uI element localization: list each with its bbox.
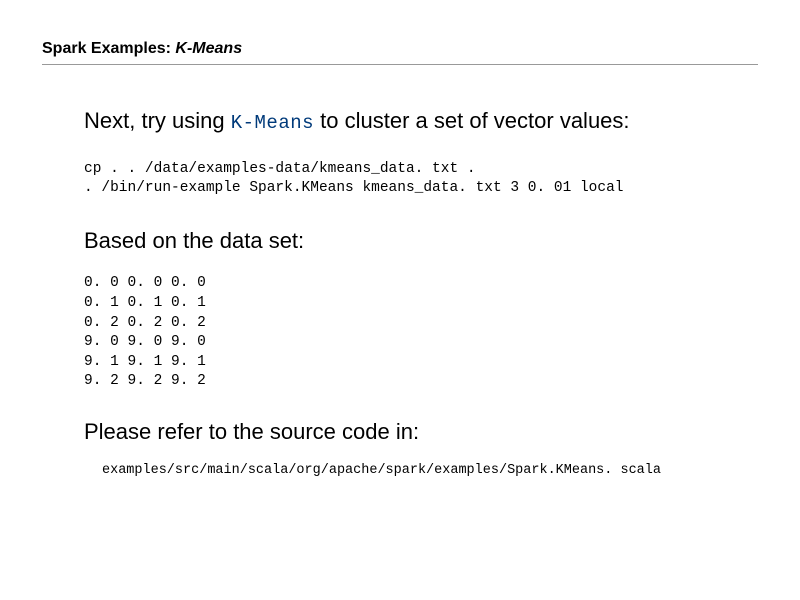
lead-before: Next, try using [84, 108, 231, 133]
command-block: cp . . /data/examples-data/kmeans_data. … [84, 160, 748, 199]
lead-paragraph: Next, try using K-Means to cluster a set… [84, 107, 748, 136]
source-path: examples/src/main/scala/org/apache/spark… [84, 463, 748, 478]
slide-title: Spark Examples: K-Means [42, 40, 758, 65]
lead-keyword: K-Means [231, 112, 314, 134]
slide-content: Next, try using K-Means to cluster a set… [42, 107, 758, 478]
dataset-block: 0. 0 0. 0 0. 0 0. 1 0. 1 0. 1 0. 2 0. 2 … [84, 274, 748, 391]
lead-after: to cluster a set of vector values: [314, 108, 629, 133]
footer-note: Please refer to the source code in: [84, 418, 748, 446]
title-prefix: Spark Examples: [42, 40, 175, 57]
title-topic: K-Means [175, 40, 242, 57]
section-heading: Based on the data set: [84, 227, 748, 255]
